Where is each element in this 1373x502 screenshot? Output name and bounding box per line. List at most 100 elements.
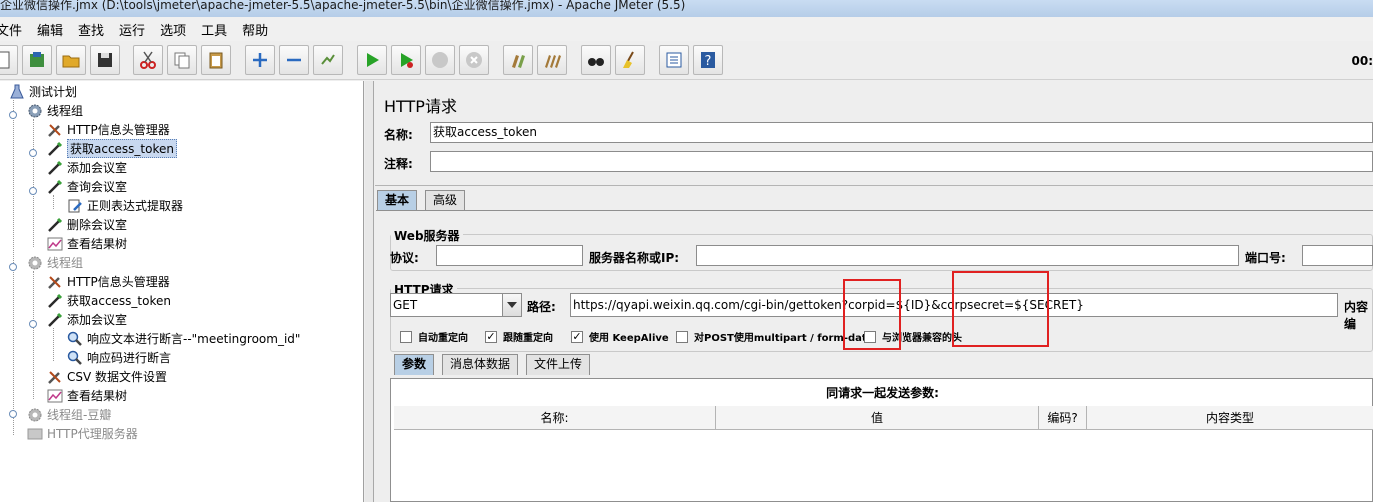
start-no-pauses-button[interactable] <box>391 45 421 75</box>
menu-options[interactable]: 选项 <box>160 20 186 39</box>
toggle-button[interactable] <box>313 45 343 75</box>
tree-expand-knob[interactable] <box>9 111 17 119</box>
reset-search-button[interactable] <box>615 45 645 75</box>
section-divider <box>375 185 1373 187</box>
svg-text:?: ? <box>705 54 712 69</box>
tree-node-header-manager[interactable]: HTTP信息头管理器 <box>46 120 170 139</box>
help-icon: ? <box>701 52 715 69</box>
tab-body-data[interactable]: 消息体数据 <box>442 354 519 375</box>
checkbox-box[interactable]: ✓ <box>571 330 583 343</box>
test-plan-tree[interactable]: 测试计划 线程组 HTTP信息头管理器 获取access_token 添加会议室… <box>0 81 364 502</box>
folder-open-icon <box>62 55 80 68</box>
tree-node-delete-meeting-room[interactable]: 删除会议室 <box>46 215 127 234</box>
content-encoding-label: 内容编 <box>1344 300 1369 331</box>
clear-button[interactable] <box>503 45 533 75</box>
tree-node-http-proxy-server[interactable]: HTTP代理服务器 <box>26 424 138 443</box>
save-button[interactable] <box>90 45 120 75</box>
toolbar: ? 00: <box>0 41 1373 80</box>
tab-basic[interactable]: 基本 <box>377 190 418 211</box>
protocol-field[interactable] <box>436 245 583 266</box>
paste-button[interactable] <box>201 45 231 75</box>
splitter[interactable] <box>365 81 374 502</box>
list-icon <box>666 52 682 68</box>
menu-file[interactable]: 文件 <box>0 20 22 39</box>
tree-node-response-code-assertion[interactable]: 响应码进行断言 <box>66 348 171 367</box>
auto-redirect-checkbox[interactable]: 自动重定向 <box>400 329 468 344</box>
tree-node-regex-extractor[interactable]: 正则表达式提取器 <box>66 196 183 215</box>
server-field[interactable] <box>696 245 1239 266</box>
menu-bar: 文件 编辑 查找 运行 选项 工具 帮助 <box>0 17 1373 41</box>
tree-expand-knob[interactable] <box>9 410 17 418</box>
tree-node-query-meeting-room[interactable]: 查询会议室 <box>46 177 127 196</box>
start-button[interactable] <box>357 45 387 75</box>
tree-node-get-access-token-2[interactable]: 获取access_token <box>46 291 171 310</box>
column-encode[interactable]: 编码? <box>1039 406 1087 430</box>
method-select[interactable]: GET <box>390 293 522 317</box>
menu-help[interactable]: 帮助 <box>242 20 268 39</box>
scissors-icon <box>140 51 156 69</box>
tree-node-response-text-assertion[interactable]: 响应文本进行断言--"meetingroom_id" <box>66 329 300 348</box>
name-field[interactable]: 获取access_token <box>430 122 1373 143</box>
cut-button[interactable] <box>133 45 163 75</box>
tab-file-upload[interactable]: 文件上传 <box>526 354 591 375</box>
window-title-bar: 企业微信操作.jmx (D:\tools\jmeter\apache-jmete… <box>0 0 1373 17</box>
chevron-down-icon[interactable] <box>502 294 521 316</box>
shutdown-button[interactable] <box>459 45 489 75</box>
tree-node-add-meeting-room-2[interactable]: 添加会议室 <box>46 310 127 329</box>
tree-node-test-plan[interactable]: 测试计划 <box>8 82 77 101</box>
tree-node-csv-data-set[interactable]: CSV 数据文件设置 <box>46 367 167 386</box>
menu-tools[interactable]: 工具 <box>201 20 227 39</box>
tree-node-view-results-tree[interactable]: 查看结果树 <box>46 234 127 253</box>
plus-icon <box>253 53 267 67</box>
menu-run[interactable]: 运行 <box>119 20 145 39</box>
tree-node-add-meeting-room[interactable]: 添加会议室 <box>46 158 127 177</box>
comment-field[interactable] <box>430 151 1373 172</box>
tree-node-thread-group-2[interactable]: 线程组 <box>26 253 83 272</box>
tree-node-thread-group-douban[interactable]: 线程组-豆瓣 <box>26 405 111 424</box>
checkbox-box[interactable]: ✓ <box>485 330 497 343</box>
function-helper-button[interactable] <box>659 45 689 75</box>
copy-button[interactable] <box>167 45 197 75</box>
chart-icon <box>46 388 64 404</box>
expand-button[interactable] <box>245 45 275 75</box>
tab-advanced[interactable]: 高级 <box>425 190 466 211</box>
magnifier-icon <box>66 350 84 366</box>
tree-node-get-access-token[interactable]: 获取access_token <box>46 139 177 158</box>
tree-node-view-results-tree-2[interactable]: 查看结果树 <box>46 386 127 405</box>
menu-search[interactable]: 查找 <box>78 20 104 39</box>
checkbox-box[interactable] <box>400 330 412 343</box>
collapse-button[interactable] <box>279 45 309 75</box>
protocol-label: 协议: <box>390 251 419 265</box>
tree-node-header-manager-2[interactable]: HTTP信息头管理器 <box>46 272 170 291</box>
tree-node-thread-group[interactable]: 线程组 <box>26 101 83 120</box>
flask-icon <box>8 84 26 100</box>
tree-expand-knob[interactable] <box>29 320 37 328</box>
tree-expand-knob[interactable] <box>29 149 37 157</box>
keepalive-checkbox[interactable]: ✓ 使用 KeepAlive <box>571 329 669 344</box>
wrench-icon <box>46 274 64 290</box>
tab-parameters[interactable]: 参数 <box>394 354 435 375</box>
window-title: 企业微信操作.jmx (D:\tools\jmeter\apache-jmete… <box>0 0 686 12</box>
copy-icon <box>174 52 190 69</box>
column-content-type[interactable]: 内容类型 <box>1087 406 1373 430</box>
pipette-icon <box>46 160 64 176</box>
new-button[interactable] <box>0 45 18 75</box>
column-name[interactable]: 名称: <box>394 406 716 430</box>
column-value[interactable]: 值 <box>716 406 1039 430</box>
help-button[interactable]: ? <box>693 45 723 75</box>
search-button[interactable] <box>581 45 611 75</box>
parameters-caption: 同请求一起发送参数: <box>826 386 939 400</box>
checkbox-box[interactable] <box>676 330 688 343</box>
follow-redirect-checkbox[interactable]: ✓ 跟随重定向 <box>485 329 553 344</box>
comment-label: 注释: <box>384 157 413 171</box>
elapsed-timer: 00: <box>1351 54 1373 68</box>
clear-all-button[interactable] <box>537 45 567 75</box>
stop-button[interactable] <box>425 45 455 75</box>
open-button[interactable] <box>56 45 86 75</box>
new-file-icon <box>0 51 10 69</box>
tree-expand-knob[interactable] <box>29 187 37 195</box>
tree-expand-knob[interactable] <box>9 263 17 271</box>
templates-button[interactable] <box>22 45 52 75</box>
menu-edit[interactable]: 编辑 <box>37 20 63 39</box>
port-field[interactable] <box>1302 245 1373 266</box>
